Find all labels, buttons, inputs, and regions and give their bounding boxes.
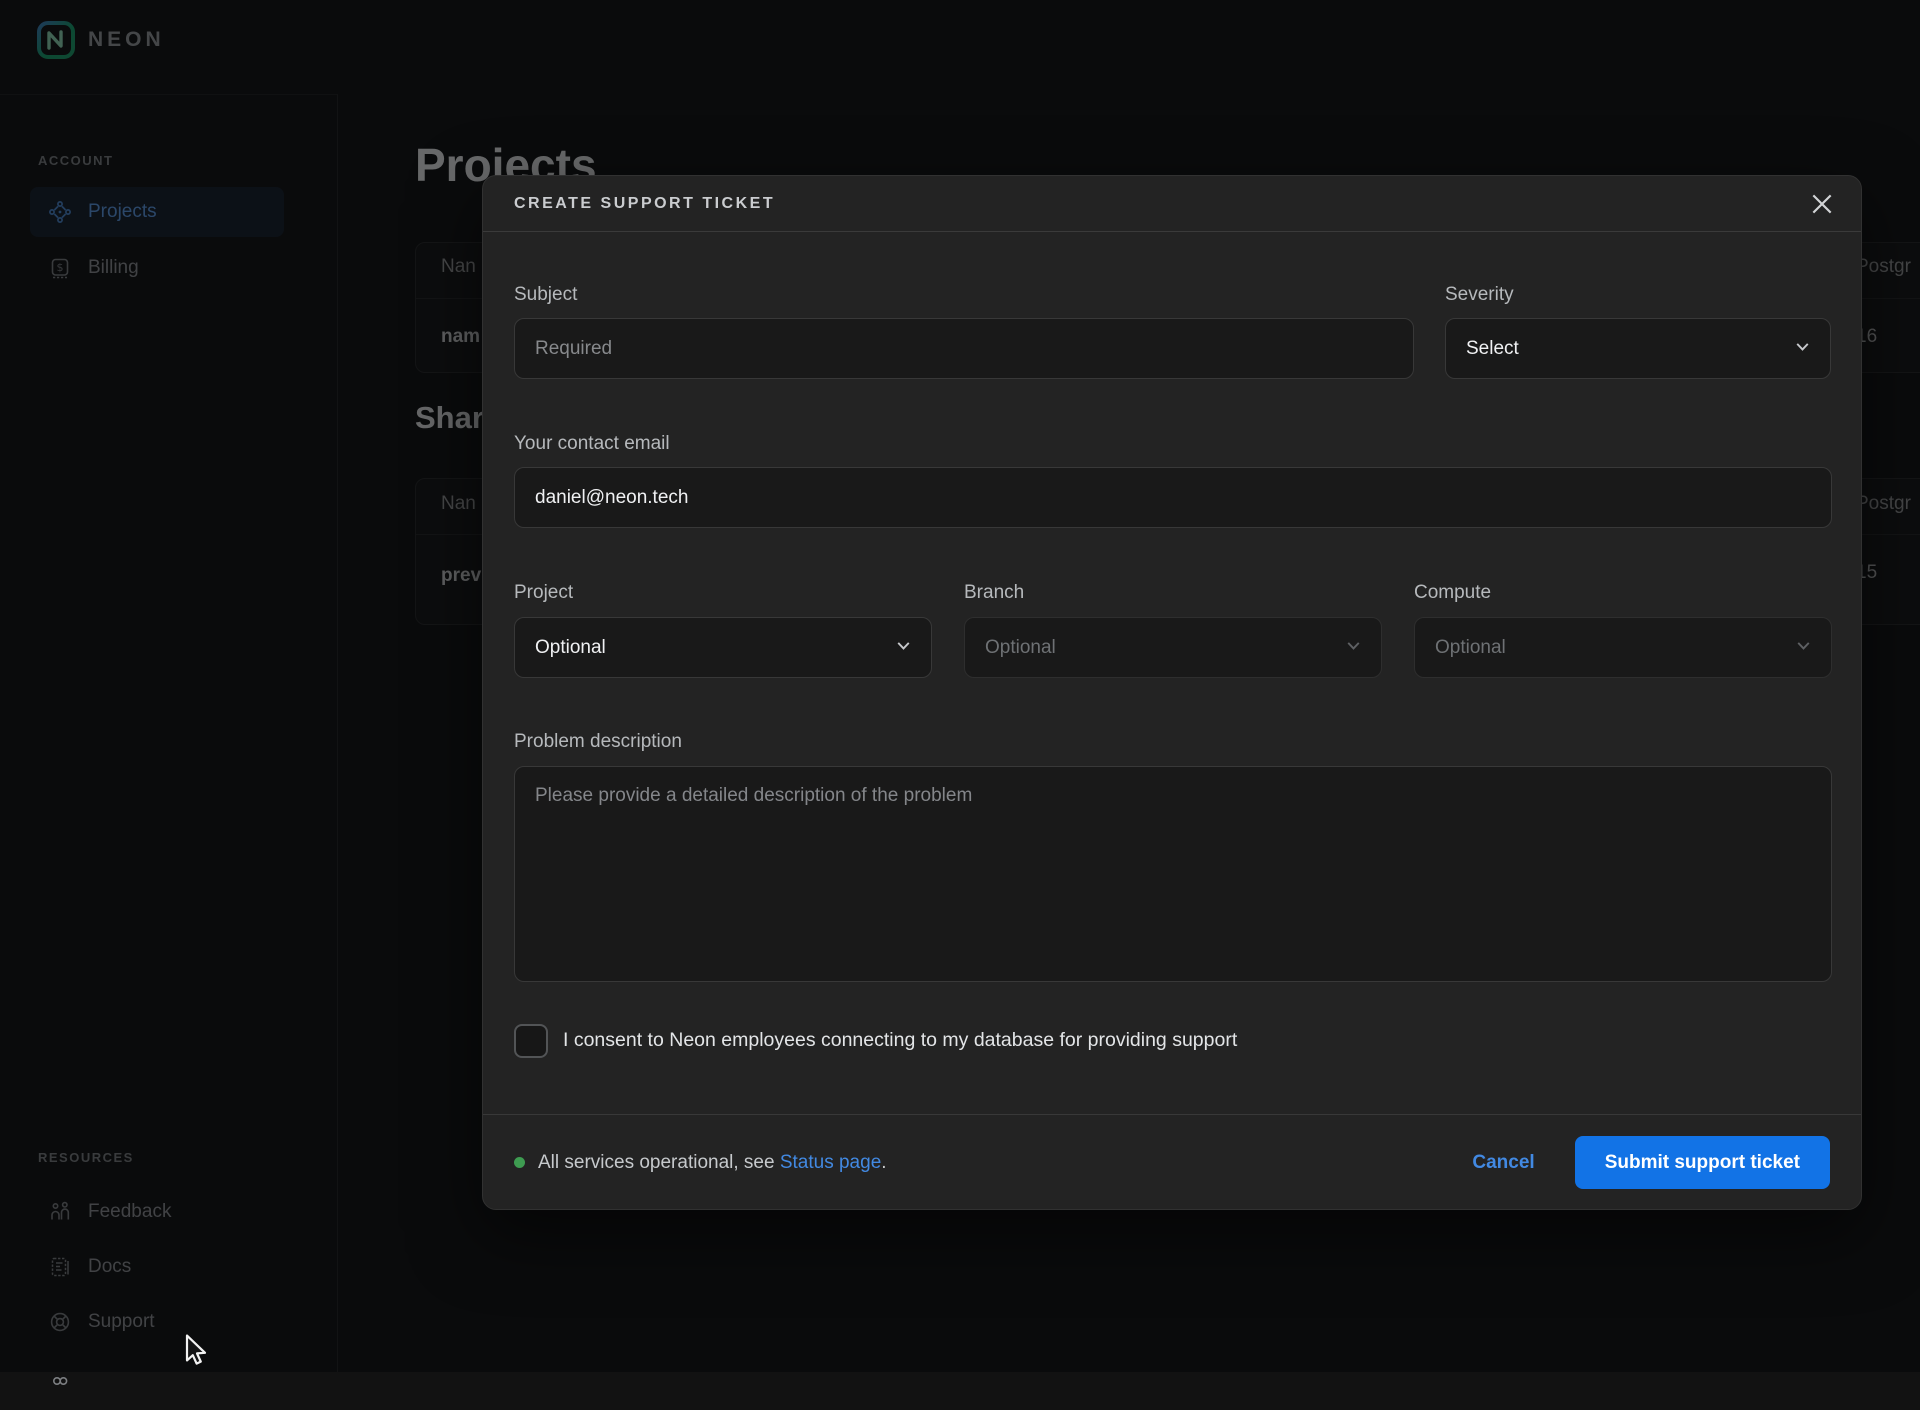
problem-description-label: Problem description — [514, 731, 682, 753]
project-value: Optional — [535, 637, 606, 659]
branch-label: Branch — [964, 582, 1024, 604]
consent-label: I consent to Neon employees connecting t… — [563, 1029, 1237, 1052]
chevron-down-icon — [1344, 636, 1363, 660]
problem-description-textarea[interactable] — [514, 766, 1832, 982]
status-page-link[interactable]: Status page — [780, 1152, 881, 1173]
close-icon[interactable] — [1807, 189, 1837, 219]
partial-icon — [48, 1373, 72, 1397]
status-text: All services operational, see Status pag… — [538, 1152, 887, 1174]
create-support-ticket-modal: CREATE SUPPORT TICKET Subject Severity S… — [482, 175, 1862, 1210]
subject-input[interactable] — [514, 318, 1414, 379]
severity-value: Select — [1466, 338, 1519, 360]
chevron-down-icon — [1794, 636, 1813, 660]
modal-header: CREATE SUPPORT TICKET — [483, 176, 1861, 232]
status-dot-icon — [514, 1157, 525, 1168]
contact-email-input[interactable] — [514, 467, 1832, 528]
contact-email-label: Your contact email — [514, 433, 670, 455]
compute-label: Compute — [1414, 582, 1491, 604]
project-select[interactable]: Optional — [514, 617, 932, 678]
status-suffix: . — [881, 1152, 886, 1173]
branch-value: Optional — [985, 637, 1056, 659]
project-label: Project — [514, 582, 573, 604]
compute-select[interactable]: Optional — [1414, 617, 1832, 678]
severity-label: Severity — [1445, 284, 1514, 306]
severity-select[interactable]: Select — [1445, 318, 1831, 379]
consent-checkbox[interactable] — [514, 1024, 548, 1058]
modal-footer: All services operational, see Status pag… — [483, 1114, 1861, 1210]
submit-support-ticket-button[interactable]: Submit support ticket — [1575, 1136, 1830, 1189]
subject-label: Subject — [514, 284, 577, 306]
chevron-down-icon — [894, 636, 913, 660]
modal-title: CREATE SUPPORT TICKET — [514, 195, 775, 213]
cancel-button[interactable]: Cancel — [1472, 1152, 1534, 1174]
branch-select[interactable]: Optional — [964, 617, 1382, 678]
compute-value: Optional — [1435, 637, 1506, 659]
chevron-down-icon — [1793, 337, 1812, 361]
status-prefix: All services operational, see — [538, 1152, 780, 1173]
